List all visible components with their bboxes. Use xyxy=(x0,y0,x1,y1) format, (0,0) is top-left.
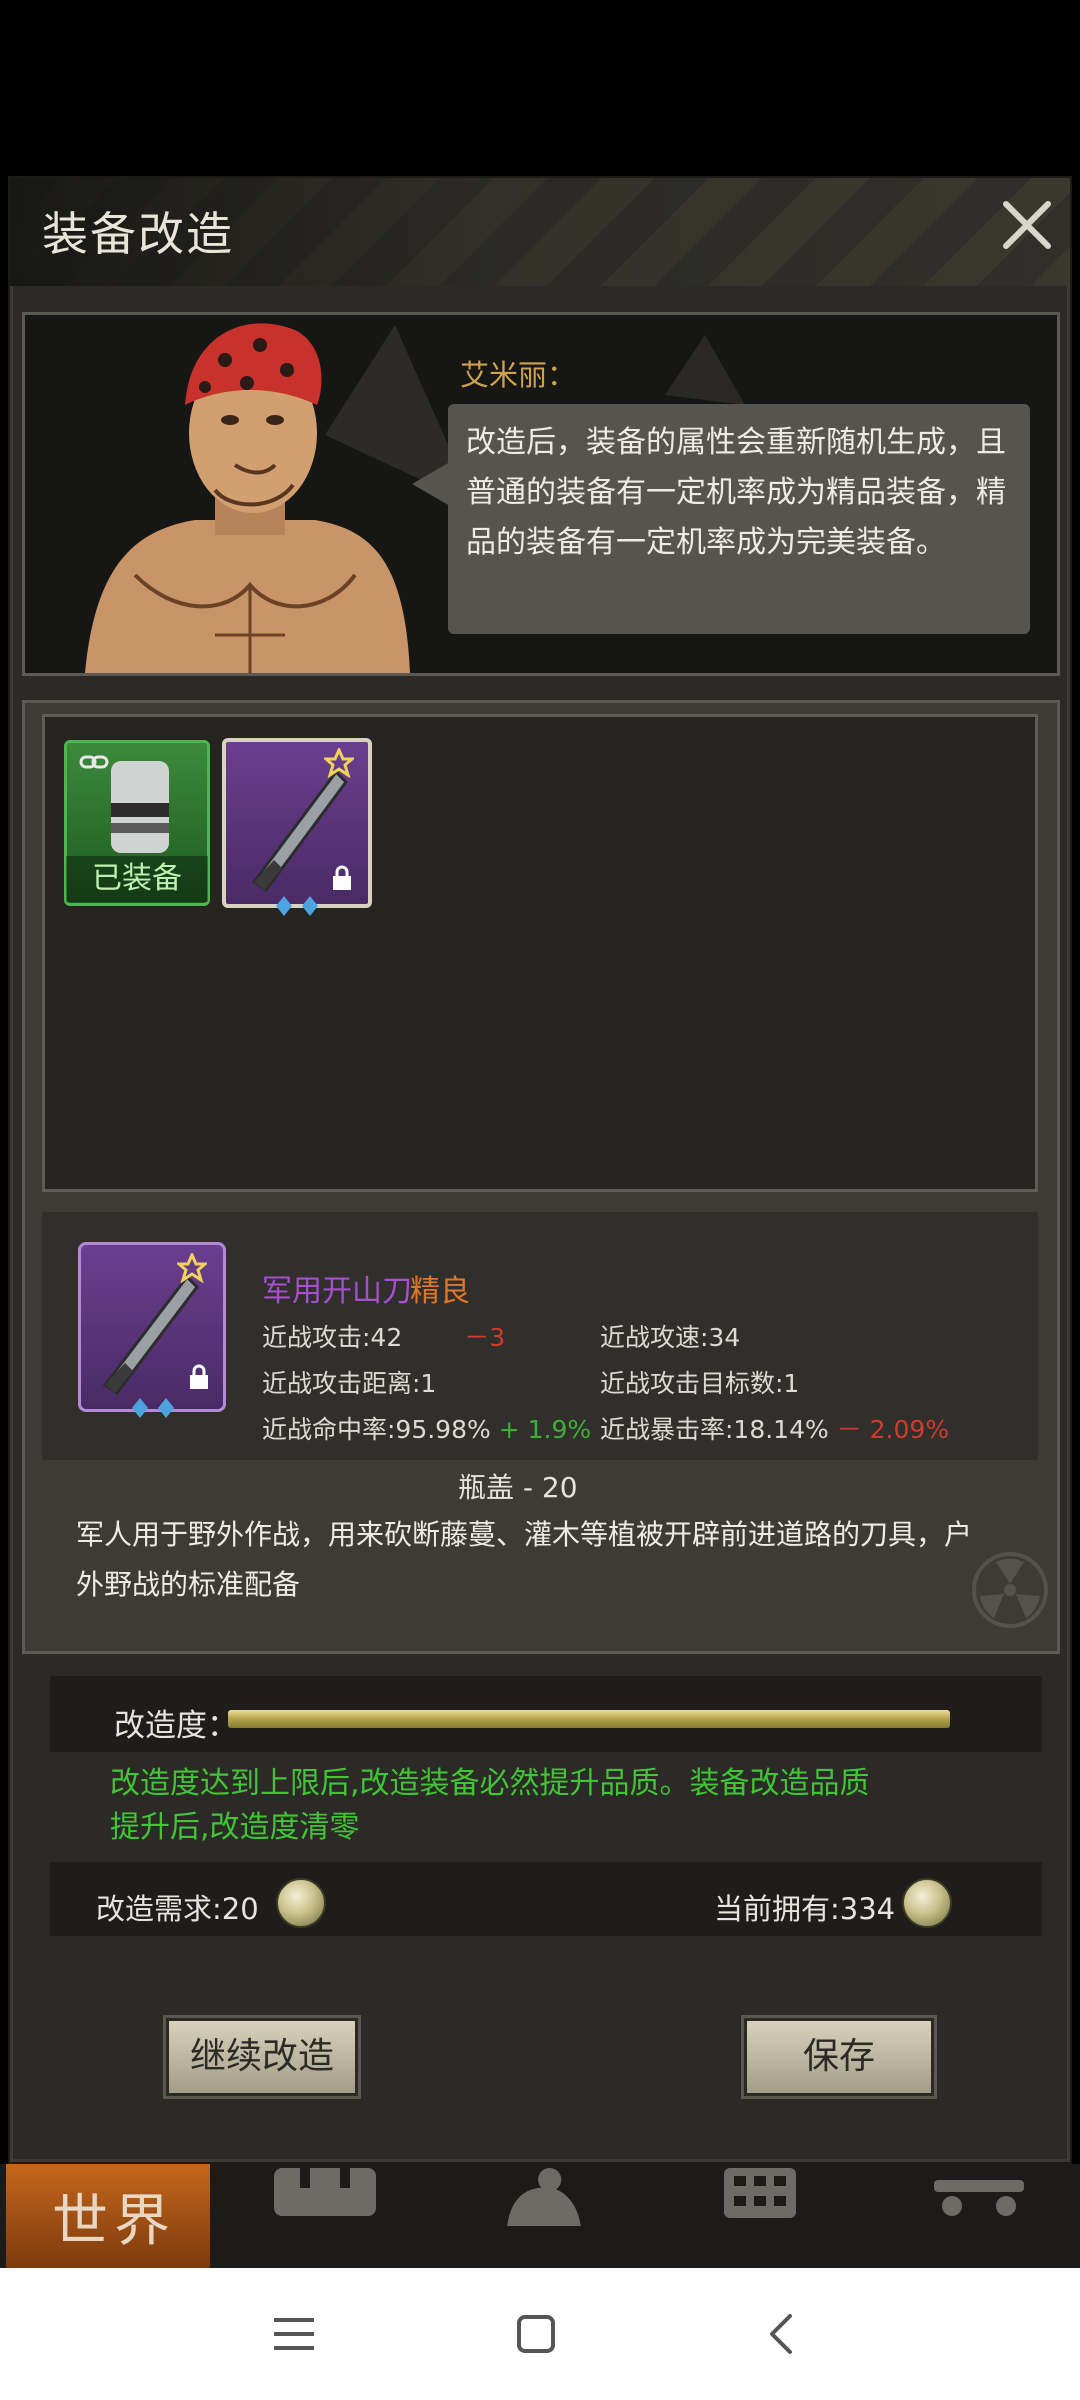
nav-world-label: 世界 xyxy=(52,2189,176,2254)
home-icon[interactable] xyxy=(516,2314,556,2354)
back-icon[interactable] xyxy=(766,2312,796,2356)
window-title: 装备改造 xyxy=(42,207,234,261)
stat-melee-targets: 近战攻击目标数:1 xyxy=(600,1369,800,1398)
owned-amount: 当前拥有:334 xyxy=(714,1892,896,1926)
equipped-label: 已装备 xyxy=(66,856,208,902)
progress-label: 改造度： xyxy=(114,1708,238,1744)
item-cost: 瓶盖 - 20 xyxy=(458,1471,578,1504)
npc-dialogue: 改造后，装备的属性会重新随机生成，且普通的装备有一定机率成为精品装备，精品的装备… xyxy=(466,425,1006,560)
progress-fill xyxy=(228,1710,950,1728)
backpack-icon[interactable] xyxy=(270,2168,380,2226)
machete-item-slot[interactable] xyxy=(222,738,372,908)
character-icon[interactable] xyxy=(496,2168,586,2226)
menu-icon[interactable] xyxy=(272,2314,316,2354)
stat-melee-crit-rate: 近战暴击率:18.14% － 2.09% xyxy=(600,1415,950,1444)
star-icon xyxy=(324,748,354,778)
close-button[interactable] xyxy=(998,196,1056,254)
detail-machete-icon xyxy=(78,1242,226,1412)
npc-name: 艾米丽： xyxy=(460,358,577,392)
save-button[interactable]: 保存 xyxy=(744,2018,934,2096)
stat-melee-speed: 近战攻速:34 xyxy=(600,1323,741,1352)
link-icon xyxy=(79,755,109,769)
stat-melee-range: 近战攻击距离:1 xyxy=(262,1369,437,1398)
item-name: 军用开山刀 xyxy=(262,1274,412,1309)
stat-melee-hit-rate: 近战命中率:95.98% + 1.9% xyxy=(262,1415,592,1444)
vehicle-icon[interactable] xyxy=(934,2168,1024,2226)
item-quality: 精良 xyxy=(410,1274,470,1309)
modify-note: 改造度达到上限后,改造装备必然提升品质。装备改造品质提升后,改造度清零 xyxy=(110,1766,870,1845)
stat-melee-attack: 近战攻击:42 －3 xyxy=(262,1323,506,1352)
modify-requirement: 改造需求:20 xyxy=(96,1892,259,1926)
bottle-cap-icon xyxy=(276,1878,326,1928)
lock-icon xyxy=(190,1364,208,1389)
close-icon xyxy=(1003,201,1051,249)
grid-menu-icon[interactable] xyxy=(720,2168,800,2226)
bottle-cap-icon xyxy=(902,1878,952,1928)
gem-slots-icon xyxy=(132,1398,174,1418)
lock-icon xyxy=(333,865,351,890)
star-icon xyxy=(177,1253,207,1283)
item-description: 军人用于野外作战，用来砍断藤蔓、灌木等植被开辟前进道路的刀具，户外野战的标准配备 xyxy=(76,1518,973,1601)
status-area xyxy=(0,0,1080,176)
gem-slots-icon xyxy=(276,896,318,916)
radiation-icon xyxy=(972,1552,1048,1628)
continue-modify-button[interactable]: 继续改造 xyxy=(166,2018,358,2096)
